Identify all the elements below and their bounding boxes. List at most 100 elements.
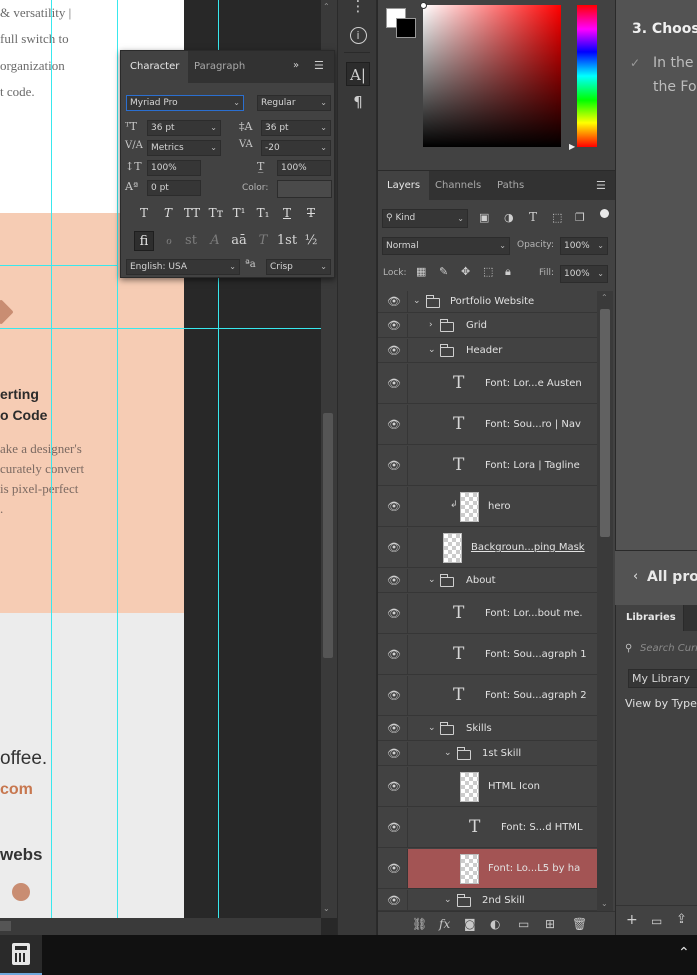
layer-row[interactable]: 👁︎ › Grid: [378, 314, 598, 338]
layer-row[interactable]: 👁︎ T Font: Sou...ro | Nav: [378, 405, 598, 445]
background-color-swatch[interactable]: [396, 18, 416, 38]
layer-row[interactable]: 👁︎ ⌄ 1st Skill: [378, 742, 598, 766]
layer-row[interactable]: 👁︎ ⌄ About: [378, 569, 598, 593]
layer-row[interactable]: 👁︎ T Font: Sou...agraph 2: [378, 676, 598, 716]
opacity-field[interactable]: 100% ⌄: [560, 237, 608, 255]
all-caps-button[interactable]: TT: [181, 204, 203, 222]
fill-field[interactable]: 100% ⌄: [560, 265, 608, 283]
upload-icon[interactable]: ⇪: [676, 912, 687, 927]
small-caps-button[interactable]: Tт: [205, 204, 227, 222]
tab-libraries[interactable]: Libraries: [616, 605, 684, 631]
eye-icon[interactable]: 👁︎: [387, 574, 401, 587]
font-family-select[interactable]: Myriad Pro ⌄: [126, 95, 244, 111]
eye-icon[interactable]: 👁︎: [387, 722, 401, 735]
eye-icon[interactable]: 👁︎: [387, 319, 401, 332]
color-picker-handle[interactable]: [420, 2, 427, 9]
layer-style-icon[interactable]: fx: [439, 917, 450, 931]
filter-toggle[interactable]: [600, 209, 609, 218]
adjustment-layer-icon[interactable]: ◐: [490, 917, 500, 931]
stylistic-alternates-button[interactable]: aā: [227, 231, 251, 251]
library-select[interactable]: My Library: [628, 669, 697, 688]
grip-icon[interactable]: ⋮: [346, 0, 370, 18]
leading-field[interactable]: 36 pt ⌄: [261, 120, 331, 136]
superscript-button[interactable]: T¹: [230, 204, 248, 222]
taskbar-app-button[interactable]: [0, 935, 42, 975]
layer-row[interactable]: 👁︎ Backgroun...ping Mask: [378, 528, 598, 568]
hue-slider[interactable]: [577, 5, 597, 147]
all-projects-link[interactable]: All proj: [647, 569, 697, 585]
filter-adjustment-icon[interactable]: ◑: [504, 211, 514, 224]
chevron-down-icon[interactable]: ⌄: [444, 895, 452, 905]
layers-scroll-thumb[interactable]: [600, 309, 610, 537]
layer-row[interactable]: 👁︎ ⌄ Portfolio Website: [378, 291, 598, 313]
titling-alternates-button[interactable]: T: [253, 231, 273, 251]
tracking-field[interactable]: -20 ⌄: [261, 140, 331, 156]
filter-shape-icon[interactable]: ⬚: [552, 211, 562, 224]
saturation-value-field[interactable]: [423, 5, 561, 147]
chevron-left-icon[interactable]: ‹: [633, 569, 638, 584]
eye-icon[interactable]: 👁︎: [387, 747, 401, 760]
eye-icon[interactable]: 👁︎: [387, 541, 401, 554]
scroll-up-icon[interactable]: ⌃: [601, 293, 608, 302]
eye-icon[interactable]: 👁︎: [387, 607, 401, 620]
layer-row[interactable]: 👁︎ ⌄ Skills: [378, 717, 598, 741]
eye-icon[interactable]: 👁︎: [387, 377, 401, 390]
fractions-button[interactable]: ½: [301, 231, 321, 251]
lock-transparent-icon[interactable]: ▦: [416, 265, 426, 278]
faux-italic-button[interactable]: T: [159, 204, 177, 222]
link-layers-icon[interactable]: ⛓: [412, 917, 427, 931]
tab-paragraph[interactable]: Paragraph: [185, 51, 254, 83]
delete-layer-icon[interactable]: 🗑︎: [572, 917, 587, 931]
tab-paths[interactable]: Paths: [488, 171, 533, 200]
eye-icon[interactable]: 👁︎: [387, 689, 401, 702]
eye-icon[interactable]: 👁︎: [387, 344, 401, 357]
eye-icon[interactable]: 👁︎: [387, 821, 401, 834]
eye-icon[interactable]: 👁︎: [387, 418, 401, 431]
layer-row[interactable]: 👁︎ T Font: Lor...bout me.: [378, 594, 598, 634]
lock-image-icon[interactable]: ✎: [439, 265, 448, 278]
new-group-icon[interactable]: ▭: [518, 917, 529, 931]
chevron-up-icon[interactable]: ⌃: [678, 945, 690, 961]
layer-row[interactable]: 👁︎ T Font: Sou...agraph 1: [378, 635, 598, 675]
baseline-shift-field[interactable]: 0 pt: [147, 180, 201, 196]
chevron-down-icon[interactable]: ⌄: [428, 575, 436, 585]
tab-character[interactable]: Character: [121, 51, 189, 83]
eye-icon[interactable]: 👁︎: [387, 648, 401, 661]
old-style-button[interactable]: ℴ: [159, 231, 179, 251]
layer-row[interactable]: 👁︎ T Font: S...d HTML: [378, 808, 598, 848]
layer-row-selected[interactable]: 👁︎ Font: Lo...L5 by ha: [378, 849, 598, 889]
filter-type-icon[interactable]: T: [529, 210, 537, 224]
ligatures-button[interactable]: fi: [134, 231, 154, 251]
layer-filter-select[interactable]: ⚲ Kind ⌄: [382, 209, 468, 228]
font-style-select[interactable]: Regular ⌄: [257, 95, 331, 111]
add-mask-icon[interactable]: ◙: [464, 917, 476, 931]
subscript-button[interactable]: T₁: [254, 204, 272, 222]
scroll-up-icon[interactable]: ⌃: [323, 2, 330, 11]
canvas-hscroll-thumb[interactable]: [0, 921, 11, 931]
canvas-horizontal-scrollbar[interactable]: [0, 918, 321, 935]
chevron-down-icon[interactable]: ⌄: [428, 345, 436, 355]
paragraph-panel-icon[interactable]: ¶: [346, 90, 370, 114]
ordinals-button[interactable]: 1st: [275, 231, 299, 251]
folder-icon[interactable]: ▭: [651, 914, 662, 928]
chevron-right-icon[interactable]: ›: [429, 320, 433, 330]
antialias-select[interactable]: Crisp ⌄: [266, 259, 331, 275]
tab-layers[interactable]: Layers: [378, 171, 430, 200]
lock-position-icon[interactable]: ✥: [461, 265, 470, 278]
eye-icon[interactable]: 👁︎: [387, 459, 401, 472]
lock-artboard-icon[interactable]: ⬚: [483, 265, 493, 278]
strikethrough-button[interactable]: T: [302, 204, 320, 222]
add-icon[interactable]: +: [626, 912, 638, 928]
layer-row[interactable]: 👁︎ ↲ hero: [378, 487, 598, 527]
eye-icon[interactable]: 👁︎: [387, 862, 401, 875]
discretionary-ligatures-button[interactable]: st: [181, 231, 201, 251]
panel-menu-icon[interactable]: ☰: [314, 59, 324, 72]
underline-button[interactable]: T: [278, 204, 296, 222]
chevron-down-icon[interactable]: ⌄: [428, 723, 436, 733]
eye-icon[interactable]: 👁︎: [387, 295, 401, 308]
swash-button[interactable]: A: [205, 231, 225, 251]
lock-all-icon[interactable]: 🔒︎: [505, 265, 511, 279]
vertical-scale-field[interactable]: 100%: [147, 160, 201, 176]
filter-smart-object-icon[interactable]: ❐: [575, 211, 585, 224]
layer-row[interactable]: 👁︎ T Font: Lor...e Austen: [378, 364, 598, 404]
